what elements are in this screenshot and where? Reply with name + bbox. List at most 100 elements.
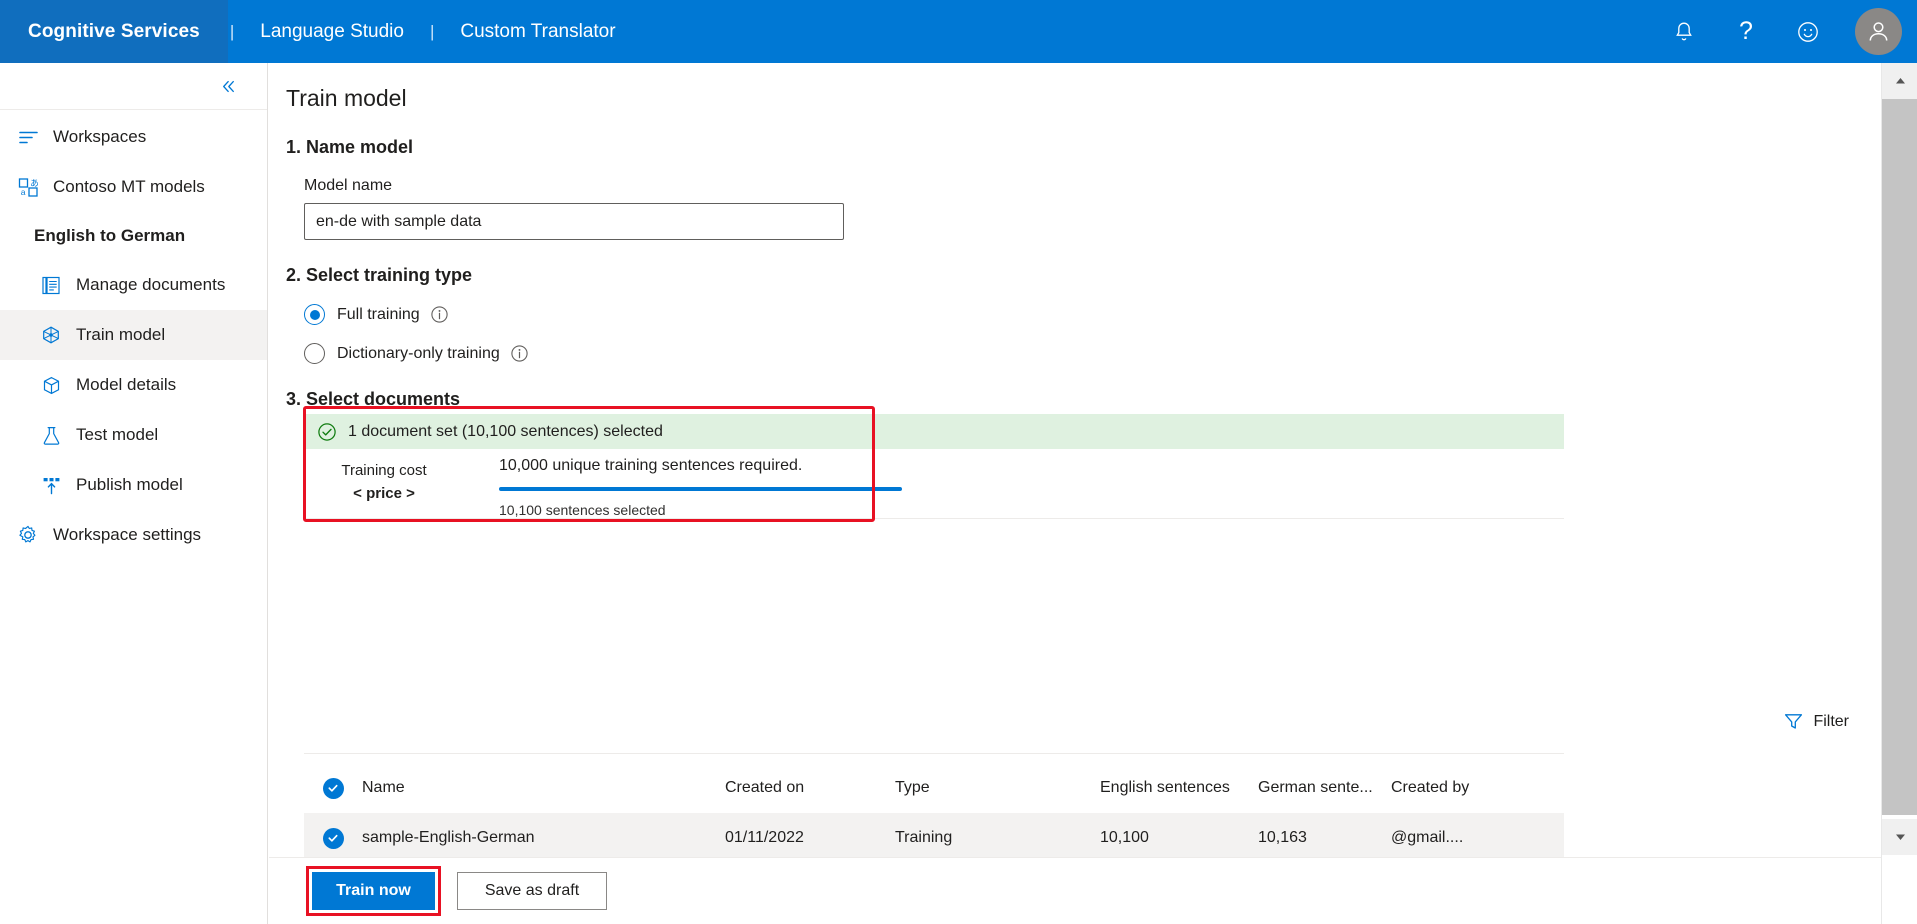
sidebar-item-manage-documents[interactable]: Manage documents [0, 260, 267, 310]
training-cost-label: Training cost [341, 462, 427, 479]
sidebar-item-workspace-settings[interactable]: Workspace settings [0, 510, 267, 560]
train-now-highlight: Train now [306, 866, 441, 916]
training-cost-value: < price > [353, 485, 415, 502]
select-all-checkbox[interactable] [304, 777, 362, 799]
filter-button[interactable]: Filter [1783, 711, 1849, 732]
app-root: Cognitive Services | Language Studio | C… [0, 0, 1917, 924]
cell-name: sample-English-German [362, 829, 535, 846]
documents-table: Name Created on Type English sentences G… [304, 763, 1564, 863]
step1-heading: 1. Name model [286, 137, 414, 157]
document-selection-banner: 1 document set (10,100 sentences) select… [304, 414, 1564, 449]
scroll-up-button[interactable] [1882, 63, 1917, 99]
scrollbar-thumb[interactable] [1882, 99, 1917, 815]
sidebar-item-test-model[interactable]: Test model [0, 410, 267, 460]
sentences-progress-fill [499, 487, 902, 491]
sidebar-group-english-to-german: English to German [0, 212, 267, 260]
top-nav-links: | Language Studio | Custom Translator [228, 0, 640, 63]
required-sentences-text: 10,000 unique training sentences require… [499, 457, 803, 474]
chevron-double-left-icon [223, 80, 234, 92]
checkbox-checked-icon [322, 777, 344, 799]
flask-icon [34, 425, 68, 446]
sidebar-item-label: Publish model [76, 475, 183, 494]
column-header-name[interactable]: Name [362, 779, 725, 797]
help-button[interactable]: ? [1715, 0, 1777, 63]
step2-heading: 2. Select training type [286, 265, 473, 285]
column-header-german-sentences[interactable]: German sente... [1258, 779, 1391, 797]
help-icon: ? [1739, 17, 1753, 45]
document-selection-banner-text: 1 document set (10,100 sentences) select… [348, 422, 663, 440]
brand-label: Cognitive Services [28, 20, 200, 42]
sidebar-item-label: Test model [76, 425, 159, 444]
top-navigation-bar: Cognitive Services | Language Studio | C… [0, 0, 1917, 63]
top-right-actions: ? [1653, 0, 1917, 63]
save-as-draft-button[interactable]: Save as draft [457, 872, 607, 910]
sentences-progress-block: 10,000 unique training sentences require… [464, 457, 902, 518]
chevron-down-icon [1895, 834, 1905, 840]
feedback-button[interactable] [1777, 0, 1839, 63]
column-header-english-sentences[interactable]: English sentences [1100, 779, 1258, 797]
person-icon [1869, 22, 1887, 41]
checkbox-checked-icon [322, 827, 344, 849]
training-cost-block: Training cost < price > [304, 457, 464, 502]
sidebar-item-label: Train model [76, 325, 166, 344]
page-scrollbar[interactable] [1881, 63, 1917, 924]
table-top-divider [304, 753, 1564, 754]
info-icon-dictionary-only[interactable] [510, 344, 529, 363]
action-footer: Train now Save as draft [269, 857, 1881, 924]
account-button[interactable] [1839, 0, 1917, 63]
model-details-icon [34, 375, 68, 396]
cell-english-sentences: 10,100 [1100, 829, 1149, 846]
info-icon-full-training[interactable] [430, 305, 449, 324]
feedback-smiley-icon [1798, 21, 1818, 42]
chevron-up-icon [1895, 78, 1905, 84]
column-header-type[interactable]: Type [895, 779, 1100, 797]
radio-dictionary-only-control[interactable] [304, 343, 325, 364]
nav-link-language-studio[interactable]: Language Studio [236, 21, 428, 43]
sentences-progress-bar [499, 487, 902, 491]
model-name-input[interactable] [304, 203, 844, 240]
radio-full-training[interactable]: Full training [269, 304, 1881, 325]
nav-separator-2: | [429, 21, 435, 41]
sidebar-item-model-details[interactable]: Model details [0, 360, 267, 410]
cell-type: Training [895, 829, 953, 846]
publish-icon [34, 475, 68, 496]
train-now-button[interactable]: Train now [312, 872, 435, 910]
sidebar-item-label: Contoso MT models [53, 177, 205, 196]
sidebar-item-label: Workspace settings [53, 525, 202, 544]
sidebar-item-workspaces[interactable]: Workspaces [0, 112, 267, 162]
nav-link-custom-translator[interactable]: Custom Translator [436, 21, 639, 43]
brand-cognitive-services[interactable]: Cognitive Services [0, 0, 228, 63]
sidebar-collapse-button[interactable] [0, 63, 267, 110]
svg-text:a: a [20, 187, 25, 197]
green-check-circle-icon [318, 422, 336, 441]
scroll-down-button[interactable] [1882, 819, 1917, 855]
radio-dictionary-only-label: Dictionary-only training [337, 344, 500, 362]
bell-icon [1676, 22, 1692, 40]
column-header-created-by[interactable]: Created by [1391, 779, 1561, 797]
sidebar-item-label: Workspaces [53, 127, 147, 146]
sidebar: Workspaces a あ Contoso MT models English… [0, 63, 268, 924]
radio-full-training-control[interactable] [304, 304, 325, 325]
radio-full-training-label: Full training [337, 305, 420, 323]
column-header-created-on[interactable]: Created on [725, 779, 895, 797]
cell-german-sentences: 10,163 [1258, 829, 1307, 846]
step3-heading: 3. Select documents [286, 389, 461, 409]
nav-separator-1: | [229, 21, 235, 41]
radio-dictionary-only-training[interactable]: Dictionary-only training [269, 343, 1881, 364]
row-checkbox[interactable] [304, 827, 362, 849]
table-header-row: Name Created on Type English sentences G… [304, 763, 1564, 813]
page-title: Train model [286, 85, 407, 111]
model-name-label: Model name [304, 177, 393, 194]
table-row[interactable]: sample-English-German 01/11/2022 Trainin… [304, 813, 1564, 863]
gear-icon [11, 524, 45, 546]
workspaces-icon [11, 127, 45, 148]
sidebar-item-train-model[interactable]: Train model [0, 310, 267, 360]
sidebar-item-label: Manage documents [76, 275, 226, 294]
sidebar-item-label: Model details [76, 375, 177, 394]
notifications-button[interactable] [1653, 0, 1715, 63]
sidebar-item-contoso-mt-models[interactable]: a あ Contoso MT models [0, 162, 267, 212]
train-model-icon [34, 324, 68, 346]
sidebar-item-publish-model[interactable]: Publish model [0, 460, 267, 510]
main-content: Train model 1. Name model Model name 2. … [269, 63, 1881, 924]
filter-funnel-icon [1785, 714, 1803, 729]
